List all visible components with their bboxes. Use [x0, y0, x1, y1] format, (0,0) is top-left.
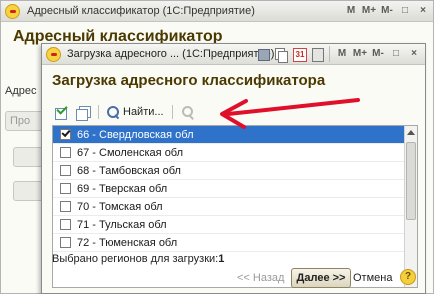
close-button[interactable]: ×: [415, 3, 431, 19]
region-label: 72 - Тюменская обл: [77, 236, 178, 249]
scroll-up-icon[interactable]: [407, 130, 415, 135]
region-checkbox[interactable]: [60, 165, 71, 176]
region-label: 69 - Тверская обл: [77, 182, 168, 195]
background-button-stub-2[interactable]: [13, 147, 43, 167]
toolbar-separator: [171, 105, 173, 119]
region-label: 67 - Смоленская обл: [77, 146, 184, 159]
region-label: 68 - Тамбовская обл: [77, 164, 181, 177]
region-row[interactable]: 70 - Томская обл: [53, 198, 404, 216]
region-checkbox[interactable]: [60, 219, 71, 230]
region-row[interactable]: 67 - Смоленская обл: [53, 144, 404, 162]
region-checkbox[interactable]: [60, 237, 71, 248]
memory-button[interactable]: M: [334, 46, 350, 62]
region-label: 71 - Тульская обл: [77, 218, 167, 231]
maximize-button[interactable]: □: [388, 46, 404, 62]
background-button-stub[interactable]: Про: [5, 111, 43, 131]
help-icon[interactable]: ?: [400, 269, 416, 285]
calculator-icon[interactable]: [309, 46, 325, 62]
selected-count-label: Выбрано регионов для загрузки:: [52, 253, 219, 265]
dialog-titlebar[interactable]: Загрузка адресного ... (1С:Предприятие) …: [42, 44, 425, 65]
back-button[interactable]: << Назад: [237, 272, 284, 284]
region-row[interactable]: 72 - Тюменская обл: [53, 234, 404, 252]
uncheck-all-button[interactable]: [74, 103, 92, 121]
regions-scrollbar[interactable]: [404, 126, 417, 287]
list-toolbar: Найти...: [52, 102, 197, 122]
background-titlebar: Адресный классификатор (1С:Предприятие) …: [1, 1, 433, 22]
region-row[interactable]: 68 - Тамбовская обл: [53, 162, 404, 180]
cancel-search-icon: [181, 105, 195, 119]
dialog-title: Загрузка адресного ... (1С:Предприятие): [67, 48, 275, 60]
region-checkbox[interactable]: [60, 183, 71, 194]
memory-button[interactable]: M: [343, 3, 359, 19]
background-window-title: Адресный классификатор (1С:Предприятие): [27, 5, 255, 17]
check-all-button[interactable]: [52, 103, 70, 121]
memory-plus-button[interactable]: M+: [361, 3, 377, 19]
cancel-button[interactable]: Отмена: [353, 272, 392, 284]
app-logo-icon: [46, 47, 61, 62]
app-logo-icon: [5, 4, 20, 19]
titlebar-separator: [329, 46, 330, 62]
region-label: 70 - Томская обл: [77, 200, 163, 213]
copy-icon[interactable]: [273, 46, 289, 63]
background-button-stub-3[interactable]: [13, 181, 43, 201]
next-button[interactable]: Далее >>: [291, 268, 351, 288]
close-button[interactable]: ×: [406, 46, 422, 62]
find-button-label: Найти...: [123, 106, 164, 118]
region-checkbox[interactable]: [60, 129, 71, 140]
maximize-button[interactable]: □: [397, 3, 413, 19]
selected-count-line: Выбрано регионов для загрузки:1: [52, 253, 224, 265]
uncheck-all-icon: [76, 105, 91, 121]
dialog-heading: Загрузка адресного классификатора: [52, 72, 326, 89]
memory-minus-button[interactable]: M-: [370, 46, 386, 62]
find-button[interactable]: Найти...: [105, 103, 166, 121]
background-address-label: Адрес: [5, 85, 37, 97]
check-all-icon: [54, 105, 68, 120]
load-classifier-dialog: Загрузка адресного ... (1С:Предприятие) …: [41, 43, 426, 294]
region-checkbox[interactable]: [60, 147, 71, 158]
region-checkbox[interactable]: [60, 201, 71, 212]
save-icon[interactable]: [255, 46, 271, 62]
calendar-icon[interactable]: [291, 46, 307, 62]
scroll-thumb[interactable]: [406, 142, 416, 220]
toolbar-separator: [98, 105, 99, 119]
region-row[interactable]: 66 - Свердловская обл: [53, 126, 404, 144]
region-row[interactable]: 71 - Тульская обл: [53, 216, 404, 234]
cancel-search-button[interactable]: [179, 103, 197, 121]
memory-plus-button[interactable]: M+: [352, 46, 368, 62]
search-icon: [107, 105, 120, 119]
region-label: 66 - Свердловская обл: [77, 128, 194, 141]
selected-count-value: 1: [218, 253, 225, 265]
region-row[interactable]: 69 - Тверская обл: [53, 180, 404, 198]
memory-minus-button[interactable]: M-: [379, 3, 395, 19]
